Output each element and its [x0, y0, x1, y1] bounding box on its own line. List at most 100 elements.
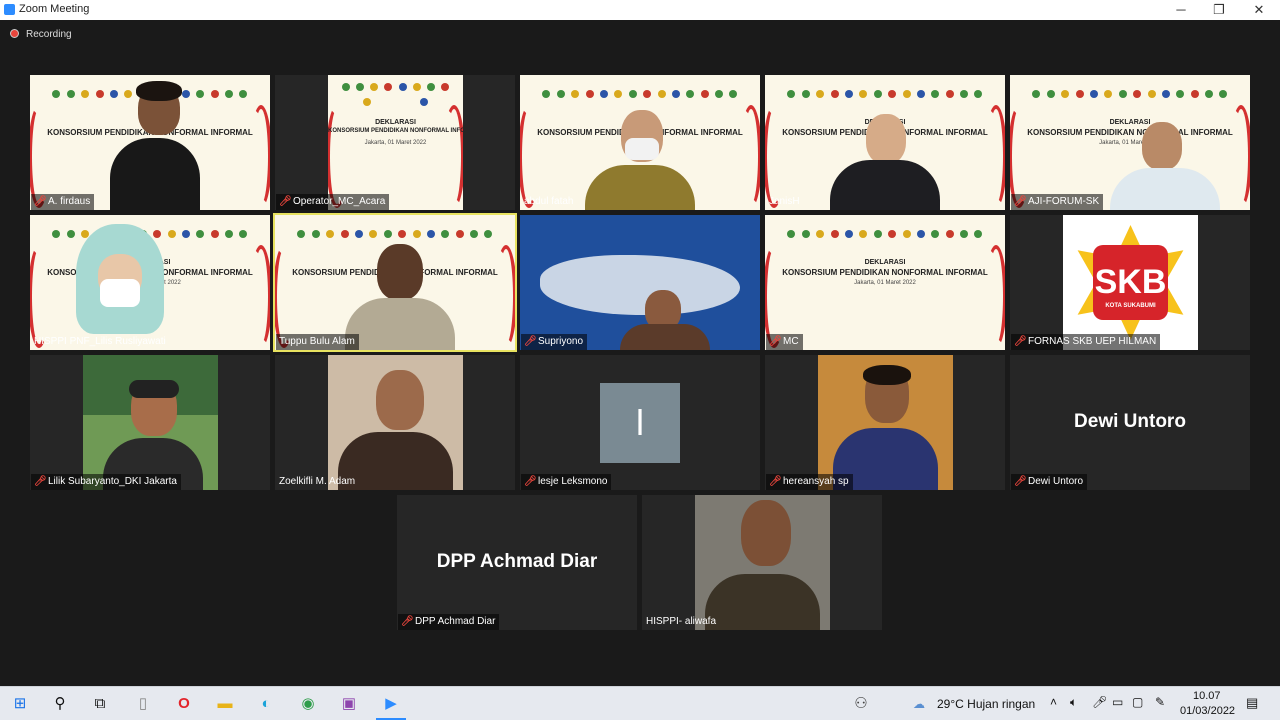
windows-start-icon[interactable]: ⊞ [9, 693, 31, 715]
people-icon[interactable]: ⚇ [850, 693, 872, 715]
windows-taskbar: ⊞ ⚲ ⧉ ▯ O ▬ ◐ ◉ ▣ ▶ ⚇ ☁ 29°C Hujan ringa… [0, 686, 1280, 720]
participant-name: JanisH [769, 196, 800, 207]
opera-icon[interactable]: O [173, 693, 195, 715]
logo-strip [784, 219, 986, 249]
record-icon [10, 29, 19, 38]
video-tile[interactable]: 🎤︎hereansyah sp [765, 355, 1005, 490]
participant-display-name: Dewi Untoro [1074, 411, 1186, 432]
mic-muted-icon: 🎤︎ [401, 616, 414, 627]
video-tile-active-speaker[interactable]: KONSORSIUM PENDIDIKAN NONFORMAL INFORMAL… [273, 213, 517, 352]
participant-name: Zoelkifli M. Adam [279, 476, 356, 487]
video-feed [328, 355, 463, 490]
microphone-icon[interactable]: 🎤︎ [1092, 695, 1107, 709]
mic-muted-icon: 🎤︎ [1014, 476, 1027, 487]
maximize-button[interactable]: ❐ [1199, 0, 1239, 20]
video-feed: DEKLARASI KONSORSIUM PENDIDIKAN NONFORMA… [765, 75, 1005, 210]
video-tile[interactable]: DEKLARASI KONSORSIUM PENDIDIKAN NONFORMA… [1010, 75, 1250, 210]
mic-muted-icon: 🎤︎ [769, 336, 782, 347]
chevron-up-icon[interactable]: ˄ [1050, 695, 1057, 709]
banner-date: Jakarta, 01 Maret 2022 [854, 280, 916, 286]
notification-icon[interactable]: ▤ [1246, 695, 1258, 711]
video-feed [818, 355, 953, 490]
skb-logo-text: SKB [1094, 263, 1167, 301]
mic-muted-icon: 🎤︎ [279, 196, 292, 207]
clock-date[interactable]: 01/03/2022 [1180, 705, 1235, 717]
video-feed [695, 495, 830, 630]
participant-display-name: DPP Achmad Diar [436, 551, 598, 572]
speaker-icon[interactable]: 🔈︎ [1070, 695, 1077, 710]
video-feed-virtual-background [520, 215, 760, 350]
clock-time[interactable]: 10.07 [1193, 690, 1221, 702]
video-feed: DEKLARASI KONSORSIUM PENDIDIKAN NONFORMA… [328, 75, 463, 210]
participant-name: HISPPI- aliwafa [646, 616, 717, 627]
video-feed: DEKLARASI KONSORSIUM PENDIDIKAN NONFORMA… [30, 215, 270, 350]
avatar-initial: l [600, 383, 680, 463]
video-tile[interactable]: DEKLARASI KONSORSIUM PENDIDIKAN NONFORMA… [30, 215, 270, 350]
mic-muted-icon: 🎤︎ [524, 336, 537, 347]
pen-icon[interactable]: ✎ [1155, 695, 1165, 709]
skb-logo-subtext: KOTA SUKABUMI [1105, 303, 1156, 309]
participant-name: 🎤︎Operator_MC_Acara [276, 194, 390, 210]
task-view-icon[interactable]: ⧉ [89, 693, 111, 715]
video-tile[interactable]: 🎤︎Lilik Subaryanto_DKI Jakarta [30, 355, 270, 490]
video-tile[interactable]: DEKLARASI KONSORSIUM PENDIDIKAN NONFORMA… [765, 215, 1005, 350]
mic-muted-icon: 🎤︎ [524, 476, 537, 487]
video-tile[interactable]: l 🎤︎lesje Leksmono [520, 355, 760, 490]
participant-name: 🎤︎Dewi Untoro [1011, 474, 1088, 490]
video-tile[interactable]: 🎤︎Supriyono [520, 215, 760, 350]
banner-title: KONSORSIUM PENDIDIKAN NONFORMAL INFORMAL [782, 268, 988, 277]
participant-name: 🎤︎DPP Achmad Diar [398, 614, 500, 630]
video-tile[interactable]: SKB KOTA SUKABUMI 🎤︎FORNAS SKB UEP HILMA… [1010, 215, 1250, 350]
minimize-button[interactable]: ─ [1161, 0, 1201, 20]
video-tile[interactable]: KONSORSIUM PENDIDIKAN NONFORMAL INFORMAL… [30, 75, 270, 210]
participant-name: 🎤︎FORNAS SKB UEP HILMAN [1011, 334, 1161, 350]
close-button[interactable]: ✕ [1239, 0, 1279, 20]
participant-name: Tuppu Bulu Alam [276, 334, 359, 350]
participant-name: 🎤︎AJI-FORUM-SK [1011, 194, 1104, 210]
video-feed: DEKLARASI KONSORSIUM PENDIDIKAN NONFORMA… [765, 215, 1005, 350]
video-feed: KONSORSIUM PENDIDIKAN NONFORMAL INFORMAL [30, 75, 270, 210]
video-tile[interactable]: DEKLARASI KONSORSIUM PENDIDIKAN NONFORMA… [275, 75, 515, 210]
participant-name: 🎤︎hereansyah sp [766, 474, 853, 490]
mic-muted-icon: 🎤︎ [34, 196, 47, 207]
pdf-app-icon[interactable]: ▣ [338, 693, 360, 715]
chrome-icon[interactable]: ◉ [297, 693, 319, 715]
window-title: Zoom Meeting [19, 3, 90, 15]
banner-heading: DEKLARASI [375, 119, 416, 126]
edge-icon[interactable]: ◐ [255, 693, 277, 715]
mic-muted-icon: 🎤︎ [1014, 336, 1027, 347]
logo-strip [784, 79, 986, 109]
recording-label: Recording [26, 29, 72, 40]
video-tile[interactable]: HISPPI- aliwafa [642, 495, 882, 630]
window-title-bar: Zoom Meeting ─ ❐ ✕ [0, 0, 1280, 20]
participant-name: 🎤︎Supriyono [521, 334, 588, 350]
network-icon[interactable]: ▢ [1132, 695, 1143, 709]
zoom-taskbar-icon[interactable]: ▶ [376, 693, 406, 720]
video-feed: DEKLARASI KONSORSIUM PENDIDIKAN NONFORMA… [1010, 75, 1250, 210]
weather-text[interactable]: 29°C Hujan ringan [937, 697, 1035, 711]
battery-icon[interactable]: ▭ [1112, 695, 1123, 709]
file-explorer-icon[interactable]: ▬ [214, 693, 236, 715]
video-feed: KONSORSIUM PENDIDIKAN NONFORMAL INFORMAL [275, 215, 515, 350]
file-icon[interactable]: ▯ [132, 693, 154, 715]
banner-date: Jakarta, 01 Maret 2022 [364, 140, 427, 146]
skb-logo-image: SKB KOTA SUKABUMI [1063, 215, 1198, 350]
logo-strip [339, 79, 452, 109]
video-tile[interactable]: Zoelkifli M. Adam [275, 355, 515, 490]
banner-title: KONSORSIUM PENDIDIKAN NONFORMAL INFORMAL [328, 128, 463, 134]
mic-muted-icon: 🎤︎ [769, 476, 782, 487]
search-icon[interactable]: ⚲ [49, 693, 71, 715]
logo-strip [1029, 79, 1231, 109]
participant-name: 🎤︎MC [766, 334, 803, 350]
recording-indicator[interactable]: Recording [10, 29, 72, 40]
video-tile[interactable]: DPP Achmad Diar 🎤︎DPP Achmad Diar [397, 495, 637, 630]
mic-muted-icon: 🎤︎ [34, 476, 47, 487]
participant-name: 🎤︎Lilik Subaryanto_DKI Jakarta [31, 474, 181, 490]
weather-icon: ☁ [913, 697, 925, 711]
video-feed [83, 355, 218, 490]
video-tile[interactable]: Dewi Untoro 🎤︎Dewi Untoro [1010, 355, 1250, 490]
video-tile[interactable]: DEKLARASI KONSORSIUM PENDIDIKAN NONFORMA… [765, 75, 1005, 210]
video-tile[interactable]: KONSORSIUM PENDIDIKAN NONFORMAL INFORMAL… [520, 75, 760, 210]
participant-name: HISPPI PNF_Lilis Rusliyawati [34, 336, 166, 347]
banner-heading: DEKLARASI [864, 259, 906, 266]
